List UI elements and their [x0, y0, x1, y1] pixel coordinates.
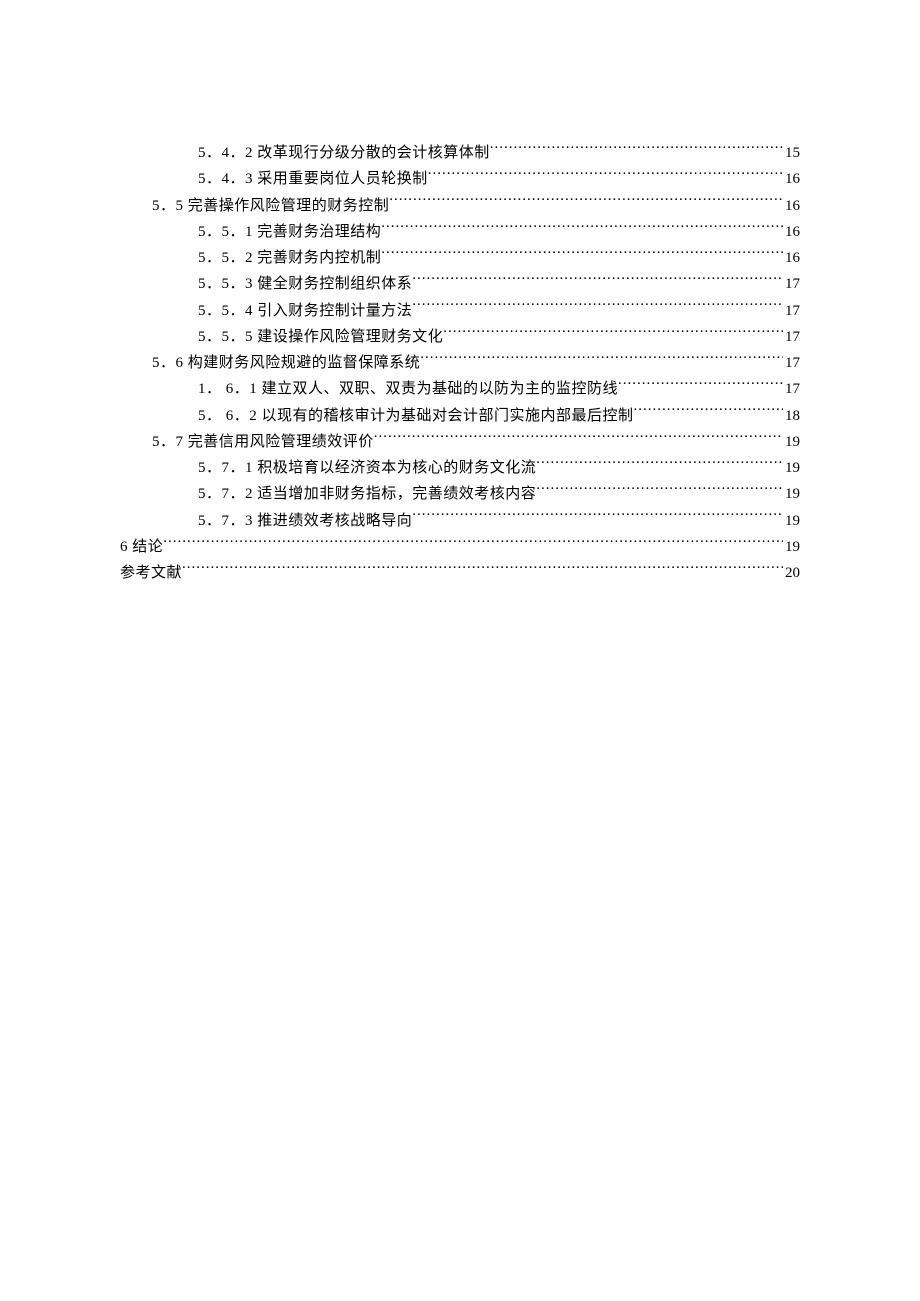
toc-leader-dots: [428, 168, 783, 183]
toc-leader-dots: [163, 536, 783, 551]
toc-leader-dots: [536, 483, 783, 498]
toc-leader-dots: [420, 352, 783, 367]
toc-entry-page: 19: [783, 429, 800, 455]
toc-entry-label: 6 结论: [120, 534, 163, 560]
toc-leader-dots: [490, 142, 783, 157]
toc-entry-label: 5．7．1 积极培育以经济资本为核心的财务文化流: [198, 455, 536, 481]
toc-entry-page: 19: [783, 508, 800, 534]
toc-entry: 参考文献 20: [120, 560, 800, 586]
toc-entry: 5．5 完善操作风险管理的财务控制 16: [120, 193, 800, 219]
toc-entry: 5．7 完善信用风险管理绩效评价 19: [120, 429, 800, 455]
toc-entry-label: 5．4．2 改革现行分级分散的会计核算体制: [198, 140, 490, 166]
toc-entry: 5．6 构建财务风险规避的监督保障系统 17: [120, 350, 800, 376]
toc-entry-label: 1． 6．1 建立双人、双职、双责为基础的以防为主的监控防线: [198, 376, 618, 402]
toc-entry-page: 16: [783, 245, 800, 271]
toc-leader-dots: [182, 562, 783, 577]
toc-entry-label: 5．7．2 适当增加非财务指标，完善绩效考核内容: [198, 481, 536, 507]
toc-entry-label: 5．6 构建财务风险规避的监督保障系统: [152, 350, 420, 376]
toc-entry-page: 17: [783, 271, 800, 297]
toc-leader-dots: [412, 510, 783, 525]
toc-entry: 5．5．3 健全财务控制组织体系 17: [120, 271, 800, 297]
toc-entry-page: 16: [783, 166, 800, 192]
toc-leader-dots: [381, 247, 783, 262]
toc-entry: 5．5．4 引入财务控制计量方法 17: [120, 298, 800, 324]
toc-leader-dots: [618, 378, 783, 393]
toc-entry-page: 15: [783, 140, 800, 166]
toc-entry-label: 参考文献: [120, 560, 182, 586]
toc-entry-label: 5．4．3 采用重要岗位人员轮换制: [198, 166, 428, 192]
toc-entry: 5．4．3 采用重要岗位人员轮换制 16: [120, 166, 800, 192]
toc-leader-dots: [412, 300, 783, 315]
toc-entry: 5． 6．2 以现有的稽核审计为基础对会计部门实施内部最后控制 18: [120, 403, 800, 429]
toc-leader-dots: [381, 221, 783, 236]
toc-entry-label: 5．5．1 完善财务治理结构: [198, 219, 381, 245]
toc-entry-page: 17: [783, 298, 800, 324]
toc-entry-page: 18: [783, 403, 800, 429]
toc-entry-label: 5．5．5 建设操作风险管理财务文化: [198, 324, 443, 350]
toc-entry-page: 17: [783, 324, 800, 350]
toc-entry-page: 20: [783, 560, 800, 586]
toc-entry: 5．5．2 完善财务内控机制 16: [120, 245, 800, 271]
toc-entry: 5．7．1 积极培育以经济资本为核心的财务文化流 19: [120, 455, 800, 481]
toc-entry-page: 17: [783, 350, 800, 376]
toc-leader-dots: [634, 405, 783, 420]
toc-entry: 5．5．5 建设操作风险管理财务文化 17: [120, 324, 800, 350]
toc-entry: 6 结论 19: [120, 534, 800, 560]
toc-leader-dots: [443, 326, 783, 341]
toc-leader-dots: [374, 431, 783, 446]
toc-entry: 5．7．3 推进绩效考核战略导向 19: [120, 508, 800, 534]
toc-entry: 5．5．1 完善财务治理结构 16: [120, 219, 800, 245]
toc-entry: 1． 6．1 建立双人、双职、双责为基础的以防为主的监控防线 17: [120, 376, 800, 402]
toc-entry-label: 5． 6．2 以现有的稽核审计为基础对会计部门实施内部最后控制: [198, 403, 634, 429]
toc-entry-page: 16: [783, 193, 800, 219]
toc-leader-dots: [536, 457, 783, 472]
toc-entry-label: 5．5．2 完善财务内控机制: [198, 245, 381, 271]
toc-entry-label: 5．5．3 健全财务控制组织体系: [198, 271, 412, 297]
toc-entry-page: 19: [783, 455, 800, 481]
toc-leader-dots: [389, 195, 783, 210]
toc-entry: 5．7．2 适当增加非财务指标，完善绩效考核内容 19: [120, 481, 800, 507]
toc-entry-label: 5．5．4 引入财务控制计量方法: [198, 298, 412, 324]
toc-entry-page: 19: [783, 534, 800, 560]
toc-entry-page: 16: [783, 219, 800, 245]
toc-entry: 5．4．2 改革现行分级分散的会计核算体制 15: [120, 140, 800, 166]
toc-entry-label: 5．5 完善操作风险管理的财务控制: [152, 193, 389, 219]
toc-entry-label: 5．7 完善信用风险管理绩效评价: [152, 429, 374, 455]
toc-entry-page: 19: [783, 481, 800, 507]
toc-entry-page: 17: [783, 376, 800, 402]
toc-leader-dots: [412, 273, 783, 288]
toc-entry-label: 5．7．3 推进绩效考核战略导向: [198, 508, 412, 534]
table-of-contents: 5．4．2 改革现行分级分散的会计核算体制155．4．3 采用重要岗位人员轮换制…: [120, 140, 800, 586]
